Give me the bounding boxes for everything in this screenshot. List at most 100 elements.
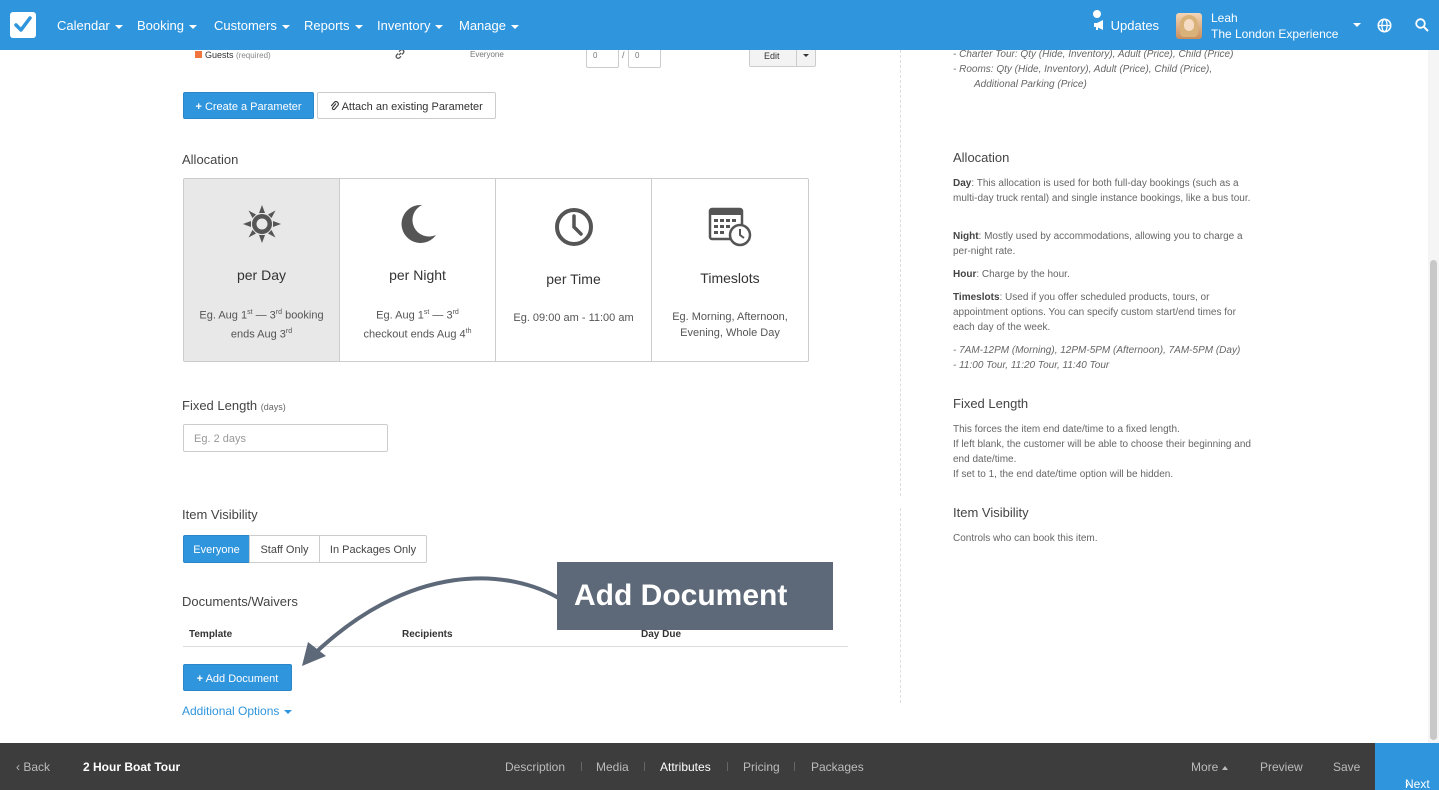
save-button[interactable]: Save [1333, 760, 1360, 774]
button-label: Attach an existing Parameter [341, 101, 483, 113]
column-divider [900, 50, 901, 496]
back-button[interactable]: ‹ Back [16, 760, 50, 774]
nav-customers[interactable]: Customers [214, 18, 290, 33]
help-timeslots: Timeslots: Used if you offer scheduled p… [953, 292, 1236, 333]
nav-label: Inventory [377, 18, 431, 33]
parameter-edit-button[interactable]: Edit [749, 50, 816, 67]
chevron-left-icon: ‹ [16, 760, 20, 774]
user-organization[interactable]: The London Experience [1211, 27, 1341, 41]
parameter-max-input[interactable]: 0 [628, 50, 661, 68]
notification-dot [1093, 10, 1101, 18]
avatar[interactable] [1176, 13, 1202, 39]
checkmark-logo-icon [14, 16, 32, 32]
nav-calendar[interactable]: Calendar [57, 18, 123, 33]
item-name: 2 Hour Boat Tour [83, 760, 181, 774]
chevron-down-icon [188, 24, 197, 29]
callout-label: Add Document [557, 562, 833, 630]
nav-reports[interactable]: Reports [304, 18, 363, 33]
visibility-packages-only[interactable]: In Packages Only [319, 535, 427, 563]
scrollbar[interactable] [1428, 50, 1439, 743]
link-icon[interactable] [394, 50, 406, 60]
tab-separator [727, 762, 728, 771]
next-button[interactable]: Next › [1375, 743, 1439, 790]
parameter-row-guests: Guests (required) Everyone 0 / 0 Edit [0, 50, 900, 70]
paperclip-icon [330, 101, 339, 111]
nav-manage[interactable]: Manage [459, 18, 519, 33]
chevron-down-icon[interactable] [1353, 23, 1361, 27]
sun-icon [242, 205, 281, 243]
tab-separator [581, 762, 582, 771]
chevron-down-icon[interactable] [803, 54, 809, 57]
button-label: Create a Parameter [204, 101, 302, 113]
visibility-staff-only[interactable]: Staff Only [249, 535, 320, 563]
scrollbar-thumb[interactable] [1430, 260, 1437, 740]
user-name[interactable]: Leah [1211, 11, 1238, 25]
updates-button[interactable]: Updates [1093, 10, 1160, 33]
allocation-per-day[interactable]: per Day Eg. Aug 1st — 3rd booking ends Au… [184, 179, 340, 361]
updates-label: Updates [1110, 18, 1160, 33]
nav-label: Booking [137, 18, 184, 33]
allocation-title-day: per Day [236, 267, 287, 283]
nav-booking[interactable]: Booking [137, 18, 197, 33]
separator: / [622, 50, 625, 60]
attach-parameter-button[interactable]: Attach an existing Parameter [317, 92, 496, 119]
help-visibility: Controls who can book this item. [953, 533, 1098, 544]
calendar-clock-icon [708, 207, 752, 247]
visibility-everyone[interactable]: Everyone [183, 535, 250, 563]
parameter-visibility: Everyone [470, 50, 504, 59]
nav-label: Manage [459, 18, 506, 33]
tab-attributes[interactable]: Attributes [660, 760, 711, 774]
chevron-down-icon [354, 24, 363, 29]
tab-media[interactable]: Media [596, 760, 629, 774]
documents-title: Documents/Waivers [182, 594, 298, 609]
nav-inventory[interactable]: Inventory [377, 18, 444, 33]
allocation-desc-night: Eg. Aug 1st — 3rd checkout ends Aug 4th [363, 309, 472, 341]
tab-packages[interactable]: Packages [811, 760, 864, 774]
allocation-title-night: per Night [389, 267, 446, 283]
help-day: Day: This allocation is used for both fu… [953, 178, 1251, 204]
help-timeslot-examples: - 7AM-12PM (Morning), 12PM-5PM (Afternoo… [953, 345, 1241, 371]
plus-icon: + [196, 673, 204, 685]
parameter-name: Guests (required) [205, 50, 271, 60]
allocation-desc-day: Eg. Aug 1st — 3rd booking ends Aug 3rd [199, 309, 324, 341]
column-divider [900, 508, 901, 703]
button-label: Add Document [205, 673, 279, 685]
chevron-down-icon [284, 709, 293, 714]
allocation-options: per Day Eg. Aug 1st — 3rd booking ends Au… [183, 178, 809, 362]
nav-label: Calendar [57, 18, 110, 33]
top-navigation: Calendar Booking Customers Reports Inven… [0, 0, 1439, 50]
app-logo[interactable] [10, 12, 36, 38]
fixed-length-input[interactable]: Eg. 2 days [183, 424, 388, 452]
help-fixed-length-title: Fixed Length [953, 396, 1029, 411]
chevron-down-icon [435, 24, 444, 29]
preview-button[interactable]: Preview [1260, 760, 1303, 774]
chevron-down-icon [510, 24, 519, 29]
help-parameter-examples: - Charter Tour: Qty (Hide, Inventory), A… [953, 50, 1234, 90]
allocation-timeslots[interactable]: Timeslots Eg. Morning, Afternoon, Evening… [652, 179, 808, 361]
help-hour: Hour: Charge by the hour. [953, 269, 1070, 280]
help-visibility-title: Item Visibility [953, 505, 1029, 520]
moon-icon [401, 204, 436, 243]
megaphone-icon [1094, 20, 1103, 30]
tab-separator [794, 762, 795, 771]
item-visibility-title: Item Visibility [182, 507, 258, 522]
nav-label: Reports [304, 18, 350, 33]
clock-icon [554, 208, 593, 246]
nav-label: Customers [214, 18, 277, 33]
help-fixed-length: This forces the item end date/time to a … [953, 424, 1251, 480]
globe-icon[interactable] [1377, 18, 1392, 33]
tab-pricing[interactable]: Pricing [743, 760, 780, 774]
bottom-toolbar: ‹ Back 2 Hour Boat Tour Description Medi… [0, 743, 1439, 790]
create-parameter-button[interactable]: + Create a Parameter [183, 92, 314, 119]
more-button[interactable]: More [1191, 760, 1229, 774]
chevron-right-icon: › [1405, 777, 1409, 790]
allocation-per-time[interactable]: per Time Eg. 09:00 am - 11:00 am [496, 179, 652, 361]
parameter-min-input[interactable]: 0 [586, 50, 619, 68]
search-icon[interactable] [1415, 18, 1429, 32]
parameter-color-marker [195, 51, 202, 58]
allocation-per-night[interactable]: per Night Eg. Aug 1st — 3rd checkout ends… [340, 179, 496, 361]
allocation-title: Allocation [182, 152, 239, 167]
additional-options-link[interactable]: Additional Options [182, 704, 293, 718]
tab-description[interactable]: Description [505, 760, 565, 774]
add-document-button[interactable]: + Add Document [183, 664, 292, 691]
